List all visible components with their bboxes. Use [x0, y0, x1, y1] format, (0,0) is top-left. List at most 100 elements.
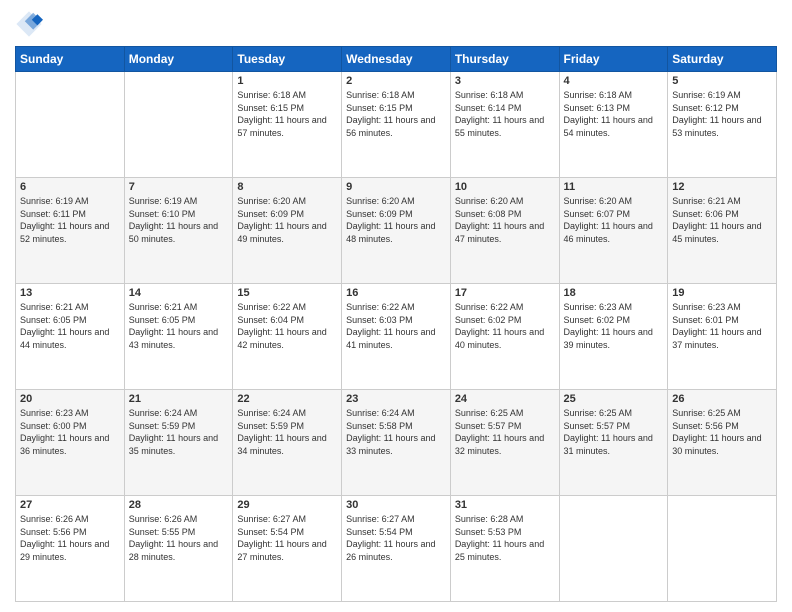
cell-info: Sunrise: 6:26 AMSunset: 5:55 PMDaylight:… [129, 513, 229, 563]
calendar-cell: 4Sunrise: 6:18 AMSunset: 6:13 PMDaylight… [559, 72, 668, 178]
calendar-cell [16, 72, 125, 178]
day-header-monday: Monday [124, 47, 233, 72]
cell-info: Sunrise: 6:22 AMSunset: 6:02 PMDaylight:… [455, 301, 555, 351]
cell-info: Sunrise: 6:19 AMSunset: 6:11 PMDaylight:… [20, 195, 120, 245]
week-row-0: 1 Sunrise: 6:18 AMSunset: 6:15 PMDaylight… [16, 72, 777, 178]
day-header-tuesday: Tuesday [233, 47, 342, 72]
calendar-table: SundayMondayTuesdayWednesdayThursdayFrid… [15, 46, 777, 602]
day-number: 17 [455, 287, 555, 299]
calendar-header-row: SundayMondayTuesdayWednesdayThursdayFrid… [16, 47, 777, 72]
cell-info: Sunrise: 6:20 AMSunset: 6:08 PMDaylight:… [455, 195, 555, 245]
week-row-1: 6 Sunrise: 6:19 AMSunset: 6:11 PMDaylight… [16, 178, 777, 284]
calendar-cell: 10 Sunrise: 6:20 AMSunset: 6:08 PMDayligh… [450, 178, 559, 284]
calendar-cell: 16 Sunrise: 6:22 AMSunset: 6:03 PMDayligh… [342, 284, 451, 390]
day-number: 9 [346, 181, 446, 193]
cell-info: Sunrise: 6:18 AMSunset: 6:15 PMDaylight:… [346, 89, 446, 139]
calendar-cell: 20Sunrise: 6:23 AMSunset: 6:00 PMDayligh… [16, 390, 125, 496]
cell-info: Sunrise: 6:21 AMSunset: 6:06 PMDaylight:… [672, 195, 772, 245]
calendar-cell: 17 Sunrise: 6:22 AMSunset: 6:02 PMDayligh… [450, 284, 559, 390]
calendar-cell: 15 Sunrise: 6:22 AMSunset: 6:04 PMDayligh… [233, 284, 342, 390]
logo-icon [15, 10, 43, 38]
day-number: 5 [672, 75, 772, 87]
cell-info: Sunrise: 6:25 AMSunset: 5:57 PMDaylight:… [455, 407, 555, 457]
calendar-cell: 31 Sunrise: 6:28 AMSunset: 5:53 PMDayligh… [450, 496, 559, 602]
cell-info: Sunrise: 6:24 AMSunset: 5:58 PMDaylight:… [346, 407, 446, 457]
calendar-cell: 21 Sunrise: 6:24 AMSunset: 5:59 PMDayligh… [124, 390, 233, 496]
calendar-cell: 29Sunrise: 6:27 AMSunset: 5:54 PMDayligh… [233, 496, 342, 602]
calendar-cell: 3Sunrise: 6:18 AMSunset: 6:14 PMDaylight… [450, 72, 559, 178]
day-number: 4 [564, 75, 664, 87]
day-number: 16 [346, 287, 446, 299]
cell-info: Sunrise: 6:24 AMSunset: 5:59 PMDaylight:… [237, 407, 337, 457]
cell-info: Sunrise: 6:27 AMSunset: 5:54 PMDaylight:… [346, 513, 446, 563]
day-number: 12 [672, 181, 772, 193]
cell-info: Sunrise: 6:23 AMSunset: 6:01 PMDaylight:… [672, 301, 772, 351]
day-header-thursday: Thursday [450, 47, 559, 72]
calendar-cell: 13 Sunrise: 6:21 AMSunset: 6:05 PMDayligh… [16, 284, 125, 390]
calendar-cell: 7 Sunrise: 6:19 AMSunset: 6:10 PMDaylight… [124, 178, 233, 284]
week-row-4: 27 Sunrise: 6:26 AMSunset: 5:56 PMDayligh… [16, 496, 777, 602]
calendar-cell: 26 Sunrise: 6:25 AMSunset: 5:56 PMDayligh… [668, 390, 777, 496]
cell-info: Sunrise: 6:27 AMSunset: 5:54 PMDaylight:… [237, 513, 337, 563]
day-number: 8 [237, 181, 337, 193]
calendar-cell: 8 Sunrise: 6:20 AMSunset: 6:09 PMDaylight… [233, 178, 342, 284]
day-number: 25 [564, 393, 664, 405]
day-number: 27 [20, 499, 120, 511]
week-row-2: 13 Sunrise: 6:21 AMSunset: 6:05 PMDayligh… [16, 284, 777, 390]
calendar-cell [668, 496, 777, 602]
calendar-cell: 24 Sunrise: 6:25 AMSunset: 5:57 PMDayligh… [450, 390, 559, 496]
day-number: 30 [346, 499, 446, 511]
calendar-cell: 2 Sunrise: 6:18 AMSunset: 6:15 PMDaylight… [342, 72, 451, 178]
day-number: 20 [20, 393, 120, 405]
day-number: 6 [20, 181, 120, 193]
calendar-cell [124, 72, 233, 178]
day-header-sunday: Sunday [16, 47, 125, 72]
cell-info: Sunrise: 6:18 AMSunset: 6:14 PMDaylight:… [455, 89, 555, 139]
day-number: 23 [346, 393, 446, 405]
day-number: 19 [672, 287, 772, 299]
cell-info: Sunrise: 6:19 AMSunset: 6:10 PMDaylight:… [129, 195, 229, 245]
cell-info: Sunrise: 6:22 AMSunset: 6:04 PMDaylight:… [237, 301, 337, 351]
day-header-friday: Friday [559, 47, 668, 72]
cell-info: Sunrise: 6:25 AMSunset: 5:57 PMDaylight:… [564, 407, 664, 457]
cell-info: Sunrise: 6:28 AMSunset: 5:53 PMDaylight:… [455, 513, 555, 563]
calendar-cell: 23 Sunrise: 6:24 AMSunset: 5:58 PMDayligh… [342, 390, 451, 496]
day-number: 2 [346, 75, 446, 87]
cell-info: Sunrise: 6:19 AMSunset: 6:12 PMDaylight:… [672, 89, 772, 139]
day-number: 14 [129, 287, 229, 299]
cell-info: Sunrise: 6:24 AMSunset: 5:59 PMDaylight:… [129, 407, 229, 457]
cell-info: Sunrise: 6:26 AMSunset: 5:56 PMDaylight:… [20, 513, 120, 563]
calendar-cell [559, 496, 668, 602]
day-number: 11 [564, 181, 664, 193]
calendar-cell: 18 Sunrise: 6:23 AMSunset: 6:02 PMDayligh… [559, 284, 668, 390]
calendar-cell: 28Sunrise: 6:26 AMSunset: 5:55 PMDayligh… [124, 496, 233, 602]
day-number: 18 [564, 287, 664, 299]
calendar-cell: 25 Sunrise: 6:25 AMSunset: 5:57 PMDayligh… [559, 390, 668, 496]
calendar-cell: 30 Sunrise: 6:27 AMSunset: 5:54 PMDayligh… [342, 496, 451, 602]
cell-info: Sunrise: 6:22 AMSunset: 6:03 PMDaylight:… [346, 301, 446, 351]
day-number: 13 [20, 287, 120, 299]
day-number: 10 [455, 181, 555, 193]
calendar-cell: 6 Sunrise: 6:19 AMSunset: 6:11 PMDaylight… [16, 178, 125, 284]
day-number: 7 [129, 181, 229, 193]
cell-info: Sunrise: 6:20 AMSunset: 6:09 PMDaylight:… [346, 195, 446, 245]
day-number: 1 [237, 75, 337, 87]
cell-info: Sunrise: 6:20 AMSunset: 6:09 PMDaylight:… [237, 195, 337, 245]
cell-info: Sunrise: 6:20 AMSunset: 6:07 PMDaylight:… [564, 195, 664, 245]
day-number: 24 [455, 393, 555, 405]
cell-info: Sunrise: 6:25 AMSunset: 5:56 PMDaylight:… [672, 407, 772, 457]
day-number: 26 [672, 393, 772, 405]
day-number: 15 [237, 287, 337, 299]
calendar-cell: 14Sunrise: 6:21 AMSunset: 6:05 PMDayligh… [124, 284, 233, 390]
day-number: 21 [129, 393, 229, 405]
page: SundayMondayTuesdayWednesdayThursdayFrid… [0, 0, 792, 612]
day-number: 31 [455, 499, 555, 511]
day-header-saturday: Saturday [668, 47, 777, 72]
cell-info: Sunrise: 6:23 AMSunset: 6:02 PMDaylight:… [564, 301, 664, 351]
calendar-cell: 1Sunrise: 6:18 AMSunset: 6:15 PMDaylight… [233, 72, 342, 178]
calendar-cell: 11 Sunrise: 6:20 AMSunset: 6:07 PMDayligh… [559, 178, 668, 284]
day-number: 22 [237, 393, 337, 405]
cell-info: Sunrise: 6:21 AMSunset: 6:05 PMDaylight:… [20, 301, 120, 351]
day-header-wednesday: Wednesday [342, 47, 451, 72]
calendar-cell: 5 Sunrise: 6:19 AMSunset: 6:12 PMDaylight… [668, 72, 777, 178]
